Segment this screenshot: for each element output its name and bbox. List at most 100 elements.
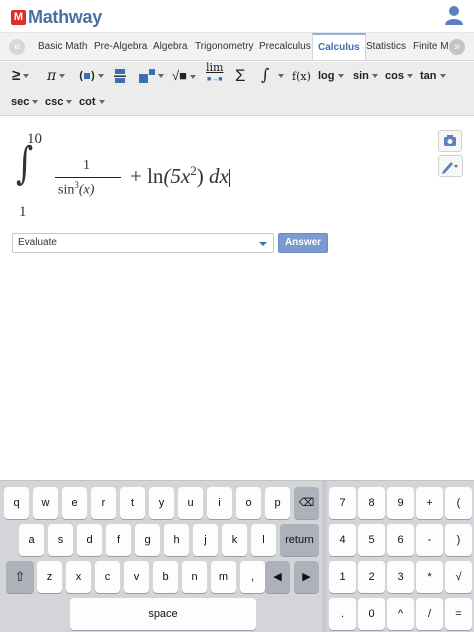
cot-button[interactable]: cot — [79, 91, 105, 113]
key-c[interactable]: c — [95, 561, 120, 593]
limit-button[interactable]: lim ■→■ — [206, 62, 223, 84]
key-k[interactable]: k — [222, 524, 247, 556]
key-e[interactable]: e — [62, 487, 87, 519]
fraction-bar — [55, 177, 121, 178]
key-5[interactable]: 5 — [358, 524, 385, 556]
tab-calculus[interactable]: Calculus — [312, 33, 366, 60]
key-plus[interactable]: + — [416, 487, 443, 519]
tab-precalculus[interactable]: Precalculus — [259, 33, 311, 60]
key-9[interactable]: 9 — [387, 487, 414, 519]
key-i[interactable]: i — [207, 487, 232, 519]
inequality-button[interactable]: ≥ — [12, 65, 30, 87]
tab-basic-math[interactable]: Basic Math — [38, 33, 87, 60]
fraction-denominator: sin3(x) — [58, 180, 95, 198]
tab-statistics[interactable]: Statistics — [366, 33, 406, 60]
key-r[interactable]: r — [91, 487, 116, 519]
expression-rest: + ln(5x2) dx — [130, 163, 230, 188]
key-m[interactable]: m — [211, 561, 236, 593]
key-y[interactable]: y — [149, 487, 174, 519]
key-d[interactable]: d — [77, 524, 102, 556]
key-g[interactable]: g — [135, 524, 160, 556]
fraction-button[interactable] — [114, 65, 126, 87]
key-divide[interactable]: / — [416, 598, 443, 630]
sec-button[interactable]: sec — [11, 91, 39, 113]
mathway-logo[interactable]: M Mathway — [11, 7, 102, 27]
space-key[interactable]: space — [70, 598, 256, 630]
operation-select[interactable]: Evaluate — [12, 233, 274, 253]
key-z[interactable]: z — [37, 561, 62, 593]
integral-button[interactable]: ∫ — [261, 64, 285, 86]
key-sqrt[interactable]: √ — [445, 561, 472, 593]
key-h[interactable]: h — [164, 524, 189, 556]
key-1[interactable]: 1 — [329, 561, 356, 593]
user-icon[interactable] — [445, 5, 463, 25]
log-button[interactable]: log — [318, 65, 344, 87]
cursor-right-key[interactable]: ▶ — [294, 561, 319, 593]
pencil-icon — [442, 162, 458, 174]
tab-algebra[interactable]: Algebra — [153, 33, 187, 60]
tan-button[interactable]: tan — [420, 65, 446, 87]
key-w[interactable]: w — [33, 487, 58, 519]
key-v[interactable]: v — [124, 561, 149, 593]
csc-button[interactable]: csc — [45, 91, 73, 113]
key-multiply[interactable]: * — [416, 561, 443, 593]
limit-subscript: ■→■ — [207, 76, 223, 83]
answer-button[interactable]: Answer — [278, 233, 328, 253]
key-x[interactable]: x — [66, 561, 91, 593]
root-button[interactable]: √■ — [172, 65, 196, 87]
key-u[interactable]: u — [178, 487, 203, 519]
math-toolbar: ≥ π √■ lim ■→■ Σ ∫ f(x) log sin cos tan … — [0, 62, 474, 116]
key-f[interactable]: f — [106, 524, 131, 556]
return-key[interactable]: return — [280, 524, 319, 556]
key-j[interactable]: j — [193, 524, 218, 556]
key-n[interactable]: n — [182, 561, 207, 593]
tab-finite-math[interactable]: Finite M — [413, 33, 449, 60]
key-8[interactable]: 8 — [358, 487, 385, 519]
key-3[interactable]: 3 — [387, 561, 414, 593]
key-comma[interactable]: , — [240, 561, 265, 593]
fraction-icon — [114, 69, 126, 84]
key-p[interactable]: p — [265, 487, 290, 519]
cos-button[interactable]: cos — [385, 65, 413, 87]
key-t[interactable]: t — [120, 487, 145, 519]
key-decimal[interactable]: . — [329, 598, 356, 630]
key-l[interactable]: l — [251, 524, 276, 556]
camera-button[interactable] — [438, 130, 462, 152]
expression-editor[interactable]: ∫ 10 1 1 sin3(x) + ln(5x2) dx — [0, 117, 474, 227]
key-equals[interactable]: = — [445, 598, 472, 630]
tab-trigonometry[interactable]: Trigonometry — [195, 33, 254, 60]
key-4[interactable]: 4 — [329, 524, 356, 556]
key-minus[interactable]: - — [416, 524, 443, 556]
parentheses-button[interactable] — [79, 65, 104, 87]
key-caret[interactable]: ^ — [387, 598, 414, 630]
key-o[interactable]: o — [236, 487, 261, 519]
cursor-left-key[interactable]: ◀ — [265, 561, 290, 593]
operation-selected-label: Evaluate — [18, 237, 57, 248]
key-s[interactable]: s — [48, 524, 73, 556]
exponent-button[interactable] — [139, 65, 164, 87]
tab-pre-algebra[interactable]: Pre-Algebra — [94, 33, 147, 60]
app-header: M Mathway — [0, 0, 474, 33]
tabs-scroll-left-icon[interactable]: « — [9, 39, 25, 55]
pi-button[interactable]: π — [47, 65, 66, 87]
shift-key[interactable]: ⇧ — [6, 561, 34, 593]
tabs-scroll-right-icon[interactable]: » — [449, 39, 465, 55]
key-b[interactable]: b — [153, 561, 178, 593]
key-0[interactable]: 0 — [358, 598, 385, 630]
sum-button[interactable]: Σ — [235, 65, 246, 87]
handwriting-button[interactable] — [438, 155, 463, 177]
key-close-paren[interactable]: ) — [445, 524, 472, 556]
key-6[interactable]: 6 — [387, 524, 414, 556]
sin-button[interactable]: sin — [353, 65, 378, 87]
function-button[interactable]: f(x) — [292, 66, 311, 88]
lower-limit: 1 — [19, 204, 27, 220]
integral-sign: ∫ — [16, 138, 34, 189]
keyboard-divider — [322, 481, 327, 632]
backspace-key[interactable]: ⌫ — [294, 487, 319, 519]
key-7[interactable]: 7 — [329, 487, 356, 519]
key-2[interactable]: 2 — [358, 561, 385, 593]
key-a[interactable]: a — [19, 524, 44, 556]
subject-tabs: « Basic Math Pre-Algebra Algebra Trigono… — [0, 33, 474, 61]
key-q[interactable]: q — [4, 487, 29, 519]
key-open-paren[interactable]: ( — [445, 487, 472, 519]
